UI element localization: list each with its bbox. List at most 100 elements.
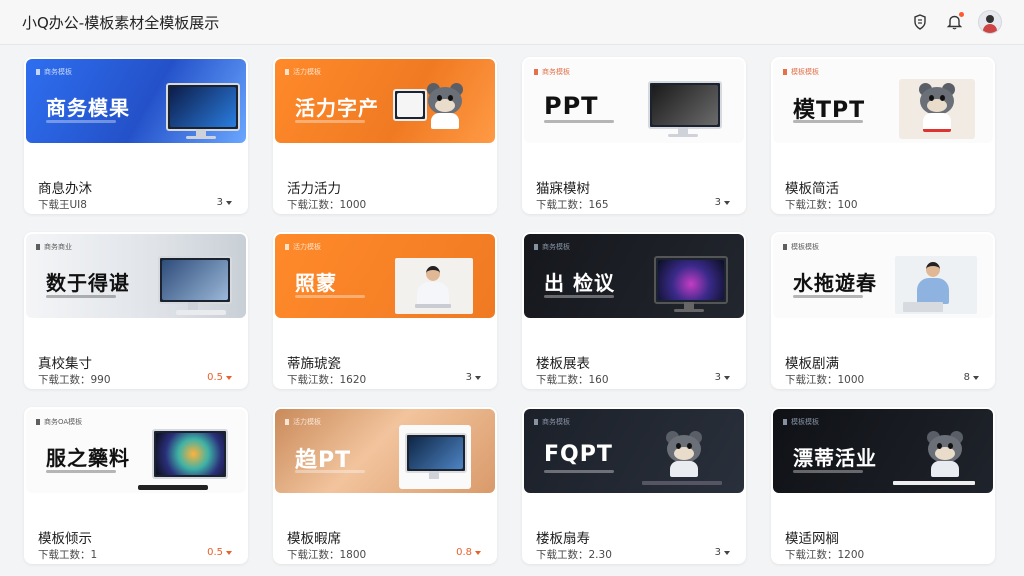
thumbnail-title: 活力字产 <box>295 96 379 120</box>
monitor-illustration <box>393 89 427 121</box>
thumbnail-tag: 活力模板 <box>285 242 321 252</box>
person-illustration <box>913 260 953 304</box>
template-card[interactable]: 活力模板 照蒙 蒂旆琥瓷 下载江数：1620 3 <box>273 232 497 389</box>
chevron-down-icon <box>724 550 730 555</box>
template-thumbnail[interactable]: 商务模板 商务模果 <box>26 59 246 143</box>
template-thumbnail[interactable]: 模板模板 漂蒂活业 <box>773 409 993 493</box>
action-value: 3 <box>216 197 223 208</box>
template-thumbnail[interactable]: 商务模板 出 检议 <box>524 234 744 318</box>
card-action[interactable]: 0.8 <box>456 547 481 558</box>
action-value: 3 <box>465 372 472 383</box>
download-count: 下载王UI8 <box>38 199 87 211</box>
card-title[interactable]: 商息办沐 <box>38 177 92 197</box>
card-title[interactable]: 真校集寸 <box>38 352 92 372</box>
monitor-illustration <box>166 83 240 131</box>
card-title[interactable]: 猫寐模树 <box>536 177 590 197</box>
thumbnail-tag: 商务模板 <box>534 242 570 252</box>
template-thumbnail[interactable]: 商务模板 PPT <box>524 59 744 143</box>
template-card[interactable]: 商务模板 商务模果 商息办沐 下载王UI8 3 <box>24 57 248 214</box>
action-value: 0.5 <box>207 372 223 383</box>
thumbnail-title: FQPT <box>544 442 613 467</box>
thumbnail-tag: 商务模板 <box>534 417 570 427</box>
mascot-illustration <box>423 83 467 129</box>
template-thumbnail[interactable]: 模板模板 模TPT <box>773 59 993 143</box>
monitor-illustration <box>405 433 467 473</box>
card-title[interactable]: 活力活力 <box>287 177 341 197</box>
top-icons <box>910 10 1002 34</box>
card-title[interactable]: 模板暇席 <box>287 527 341 547</box>
download-count: 下载工数：2.30 <box>536 549 612 561</box>
card-title[interactable]: 模板剧满 <box>785 352 839 372</box>
chevron-down-icon <box>973 375 979 380</box>
thumbnail-title: 商务模果 <box>46 96 130 120</box>
template-thumbnail[interactable]: 活力模板 照蒙 <box>275 234 495 318</box>
action-value: 3 <box>714 547 721 558</box>
card-action[interactable]: 3 <box>715 197 730 208</box>
shield-icon[interactable] <box>910 12 930 32</box>
mascot-illustration <box>915 83 959 132</box>
card-title[interactable]: 模适网榈 <box>785 527 839 547</box>
template-thumbnail[interactable]: 模板模板 水拖遊春 <box>773 234 993 318</box>
download-count: 下载江数：1620 <box>287 374 367 386</box>
template-thumbnail[interactable]: 商务OA模板 服之藥料 <box>26 409 246 493</box>
template-thumbnail[interactable]: 商务模板 FQPT <box>524 409 744 493</box>
template-card[interactable]: 商务模板 FQPT 楼板扇寿 下载工数：2.30 3 <box>522 407 746 564</box>
card-action[interactable]: 0.5 <box>207 547 232 558</box>
monitor-illustration <box>152 429 228 479</box>
template-card[interactable]: 模板模板 模TPT 模板简活 下载江数：100 <box>771 57 995 214</box>
template-card[interactable]: 模板模板 漂蒂活业 模适网榈 下载江数：1200 <box>771 407 995 564</box>
template-card[interactable]: 商务模板 出 检议 楼板展表 下载工数：160 3 <box>522 232 746 389</box>
thumbnail-title: 漂蒂活业 <box>793 446 877 470</box>
chevron-down-icon <box>475 375 481 380</box>
chevron-down-icon <box>724 200 730 205</box>
user-avatar[interactable] <box>978 10 1002 34</box>
card-title[interactable]: 模板倾示 <box>38 527 92 547</box>
top-bar: 小Q办公-模板素材全模板展示 <box>0 0 1024 45</box>
template-thumbnail[interactable]: 活力模板 趋PT <box>275 409 495 493</box>
template-card[interactable]: 商务OA模板 服之藥料 模板倾示 下载工数：1 0.5 <box>24 407 248 564</box>
card-title[interactable]: 楼板扇寿 <box>536 527 590 547</box>
card-action[interactable]: 8 <box>964 372 979 383</box>
thumbnail-tag: 商务OA模板 <box>36 417 82 427</box>
download-count: 下载工数：165 <box>536 199 609 211</box>
bell-icon[interactable] <box>944 12 964 32</box>
action-value: 0.8 <box>456 547 472 558</box>
mascot-illustration <box>662 431 706 477</box>
thumbnail-title: 水拖遊春 <box>793 271 877 295</box>
download-count: 下载工数：990 <box>38 374 111 386</box>
template-card[interactable]: 商务模板 PPT 猫寐模树 下载工数：165 3 <box>522 57 746 214</box>
card-title[interactable]: 模板简活 <box>785 177 839 197</box>
card-title[interactable]: 蒂旆琥瓷 <box>287 352 341 372</box>
download-count: 下载工数：160 <box>536 374 609 386</box>
card-action[interactable]: 0.5 <box>207 372 232 383</box>
thumbnail-tag: 模板模板 <box>783 417 819 427</box>
download-count: 下载江数：1000 <box>287 199 367 211</box>
monitor-illustration <box>648 81 722 129</box>
thumbnail-tag: 商务模板 <box>534 67 570 77</box>
chevron-down-icon <box>226 375 232 380</box>
template-card[interactable]: 活力模板 趋PT 模板暇席 下载江数：1800 0.8 <box>273 407 497 564</box>
download-count: 下载江数：1000 <box>785 374 865 386</box>
template-card[interactable]: 模板模板 水拖遊春 模板剧满 下载江数：1000 8 <box>771 232 995 389</box>
notification-dot <box>959 12 964 17</box>
download-count: 下载江数：1200 <box>785 549 865 561</box>
card-action[interactable]: 3 <box>715 547 730 558</box>
card-action[interactable]: 3 <box>715 372 730 383</box>
thumbnail-tag: 活力模板 <box>285 417 321 427</box>
template-card[interactable]: 活力模板 活力字产 活力活力 下载江数：1000 <box>273 57 497 214</box>
card-title[interactable]: 楼板展表 <box>536 352 590 372</box>
mascot-illustration <box>923 431 967 477</box>
action-value: 0.5 <box>207 547 223 558</box>
action-value: 3 <box>714 372 721 383</box>
thumbnail-title: 出 检议 <box>544 271 615 295</box>
download-count: 下载工数：1 <box>38 549 98 561</box>
thumbnail-title: 数于得谌 <box>46 271 130 295</box>
thumbnail-title: 服之藥料 <box>46 446 130 470</box>
template-thumbnail[interactable]: 商务商业 数于得谌 <box>26 234 246 318</box>
chevron-down-icon <box>226 550 232 555</box>
card-action[interactable]: 3 <box>217 197 232 208</box>
thumbnail-tag: 模板模板 <box>783 242 819 252</box>
template-thumbnail[interactable]: 活力模板 活力字产 <box>275 59 495 143</box>
card-action[interactable]: 3 <box>466 372 481 383</box>
template-card[interactable]: 商务商业 数于得谌 真校集寸 下载工数：990 0.5 <box>24 232 248 389</box>
